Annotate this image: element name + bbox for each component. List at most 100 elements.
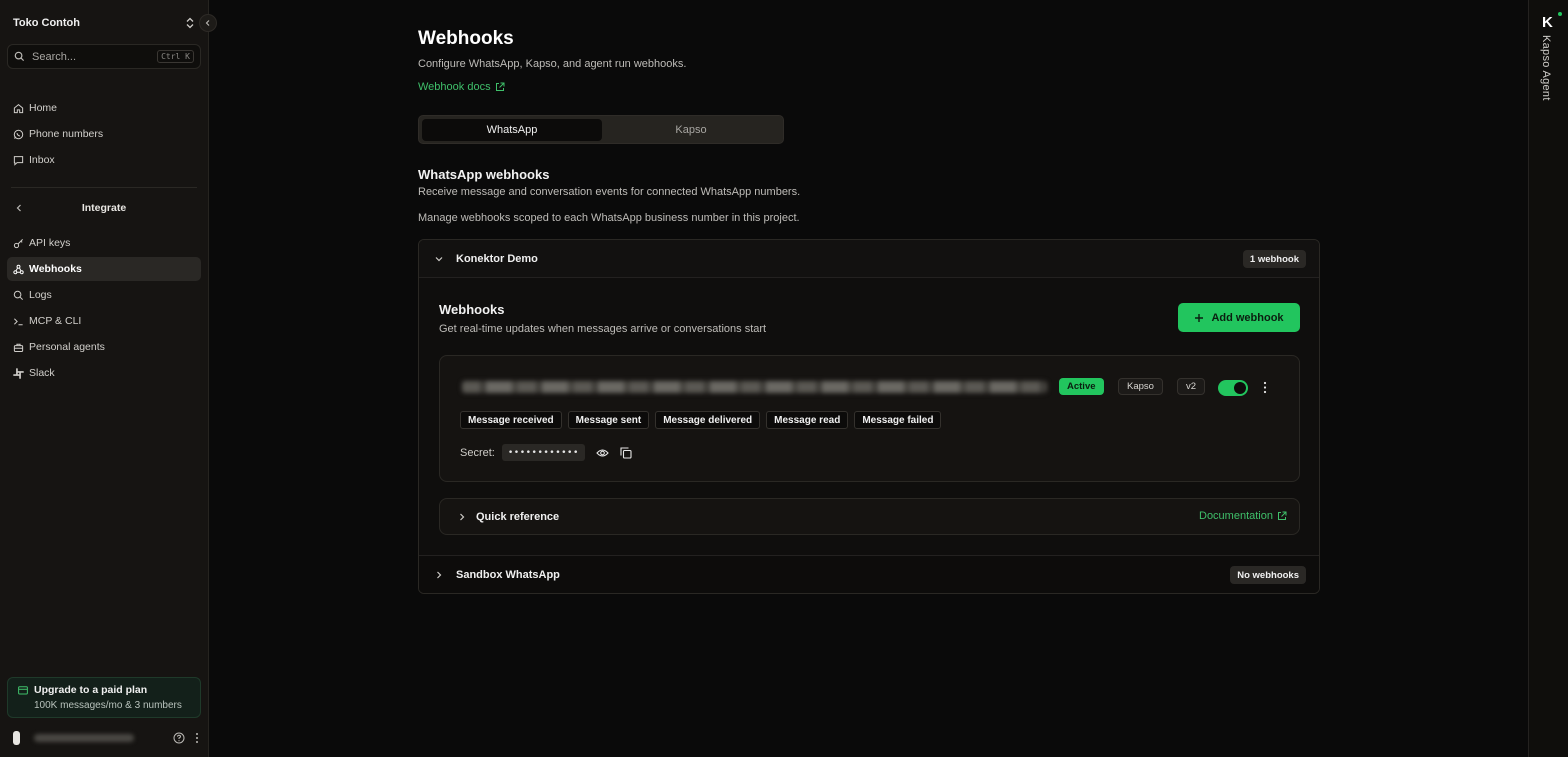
webhook-count-badge: 1 webhook: [1242, 250, 1306, 268]
external-link-icon: [1273, 511, 1287, 521]
page-subtitle: Configure WhatsApp, Kapso, and agent run…: [418, 58, 687, 70]
webhook-url-redacted: [462, 381, 1047, 393]
home-icon: [13, 103, 24, 114]
chevron-down-icon: [434, 254, 444, 264]
webhook-card: Active Kapso v2 Message received Message…: [439, 355, 1300, 482]
credit-card-icon: [18, 685, 28, 695]
sidebar-item-personal-agents[interactable]: Personal agents: [7, 335, 201, 359]
sidebar-item-label: Slack: [29, 367, 55, 379]
whatsapp-icon: [13, 129, 24, 140]
tab-whatsapp[interactable]: WhatsApp: [422, 119, 602, 141]
sidebar-item-label: Personal agents: [29, 341, 105, 353]
copy-icon[interactable]: [620, 446, 632, 459]
tab-switcher: WhatsApp Kapso: [418, 115, 784, 144]
documentation-link[interactable]: Documentation: [1199, 510, 1287, 522]
quick-reference-toggle[interactable]: Quick reference Documentation: [439, 498, 1300, 535]
eye-icon[interactable]: [596, 448, 609, 458]
webhook-icon: [13, 264, 24, 275]
external-link-icon: [491, 82, 505, 92]
sidebar-collapse-button[interactable]: [199, 14, 217, 32]
nav-item-inbox[interactable]: Inbox: [7, 148, 201, 172]
add-webhook-button[interactable]: Add webhook: [1178, 303, 1300, 332]
event-chip: Message delivered: [655, 411, 761, 429]
key-icon: [13, 238, 24, 249]
status-badge: Active: [1059, 378, 1104, 395]
main-content: Webhooks Configure WhatsApp, Kapso, and …: [209, 0, 1528, 757]
chevron-up-down-icon: [185, 17, 195, 29]
sidebar-divider: [11, 187, 197, 188]
integrate-group-header[interactable]: Integrate: [11, 200, 197, 216]
sidebar-item-logs[interactable]: Logs: [7, 283, 201, 307]
message-icon: [13, 155, 24, 166]
sidebar-item-api-keys[interactable]: API keys: [7, 231, 201, 255]
sidebar-item-label: Webhooks: [29, 263, 82, 275]
webhook-version-badge: v2: [1177, 378, 1206, 395]
nav-item-label: Home: [29, 102, 58, 114]
tab-kapso[interactable]: Kapso: [602, 119, 780, 141]
documentation-link-label: Documentation: [1199, 510, 1273, 522]
workspace-name: Toko Contoh: [13, 17, 80, 29]
upgrade-title: Upgrade to a paid plan: [34, 684, 148, 696]
sidebar: Toko Contoh Search... Ctrl K Home Phone …: [0, 0, 209, 757]
agent-rail[interactable]: K Kapso Agent: [1528, 0, 1568, 757]
search-icon: [14, 51, 25, 62]
upgrade-title-row: Upgrade to a paid plan: [18, 684, 192, 696]
sidebar-item-webhooks[interactable]: Webhooks: [7, 257, 201, 281]
sidebar-item-slack[interactable]: Slack: [7, 361, 201, 385]
nav-item-phone-numbers[interactable]: Phone numbers: [7, 122, 201, 146]
webhooks-panel-title: Webhooks: [439, 302, 505, 317]
page-title: Webhooks: [418, 28, 514, 49]
user-actions: [173, 732, 199, 744]
more-vertical-icon[interactable]: [1263, 381, 1267, 394]
event-chip: Message failed: [854, 411, 942, 429]
webhook-enabled-toggle[interactable]: [1218, 380, 1248, 396]
nav-item-home[interactable]: Home: [7, 96, 201, 120]
avatar: [13, 731, 20, 745]
group-title: Integrate: [81, 202, 127, 214]
agent-rail-label: Kapso Agent: [1540, 35, 1552, 101]
app-root: Toko Contoh Search... Ctrl K Home Phone …: [0, 0, 1568, 757]
nav-item-label: Phone numbers: [29, 128, 104, 140]
sidebar-item-label: Logs: [29, 289, 52, 301]
sidebar-item-label: MCP & CLI: [29, 315, 82, 327]
add-webhook-label: Add webhook: [1211, 311, 1284, 324]
sidebar-item-label: API keys: [29, 237, 71, 249]
nav-item-label: Inbox: [29, 154, 55, 166]
webhook-count-badge: No webhooks: [1230, 566, 1306, 584]
chevron-left-icon: [15, 203, 23, 213]
search-shortcut: Ctrl K: [157, 50, 194, 63]
section-note: Manage webhooks scoped to each WhatsApp …: [418, 212, 800, 224]
chevron-right-icon: [434, 570, 444, 580]
webhook-docs-link[interactable]: Webhook docs: [418, 81, 505, 93]
user-menu[interactable]: [13, 729, 199, 747]
search-placeholder: Search...: [32, 50, 77, 63]
event-chip: Message sent: [567, 411, 650, 429]
search-input[interactable]: Search... Ctrl K: [7, 44, 201, 69]
number-name: Konektor Demo: [456, 252, 538, 265]
plus-icon: [1194, 313, 1211, 323]
accordion-header-sandbox-whatsapp[interactable]: Sandbox WhatsApp No webhooks: [419, 555, 1319, 593]
accordion-header-konektor-demo[interactable]: Konektor Demo 1 webhook: [419, 240, 1319, 278]
section-subtitle: Receive message and conversation events …: [418, 186, 801, 198]
terminal-icon: [13, 316, 24, 327]
more-vertical-icon[interactable]: [195, 732, 199, 744]
event-list: Message received Message sent Message de…: [460, 411, 942, 429]
webhook-kind-badge: Kapso: [1118, 378, 1163, 395]
event-chip: Message received: [460, 411, 562, 429]
number-name: Sandbox WhatsApp: [456, 568, 560, 581]
kapso-logo: K: [1542, 14, 1553, 31]
section-title: WhatsApp webhooks: [418, 167, 550, 182]
quick-reference-title: Quick reference: [476, 510, 560, 523]
workspace-switcher[interactable]: Toko Contoh: [13, 15, 195, 31]
webhooks-panel-subtitle: Get real-time updates when messages arri…: [439, 323, 767, 335]
slack-icon: [13, 367, 24, 379]
numbers-accordion: Konektor Demo 1 webhook Webhooks Get rea…: [418, 239, 1320, 594]
upgrade-subtitle: 100K messages/mo & 3 numbers: [34, 700, 182, 711]
event-chip: Message read: [766, 411, 849, 429]
chevron-left-icon: [204, 19, 212, 27]
secret-row: Secret: ••••••••••••: [460, 444, 632, 461]
upgrade-card[interactable]: Upgrade to a paid plan 100K messages/mo …: [7, 677, 201, 718]
sidebar-item-mcp-cli[interactable]: MCP & CLI: [7, 309, 201, 333]
help-icon[interactable]: [173, 732, 185, 744]
secret-label: Secret:: [460, 446, 495, 459]
